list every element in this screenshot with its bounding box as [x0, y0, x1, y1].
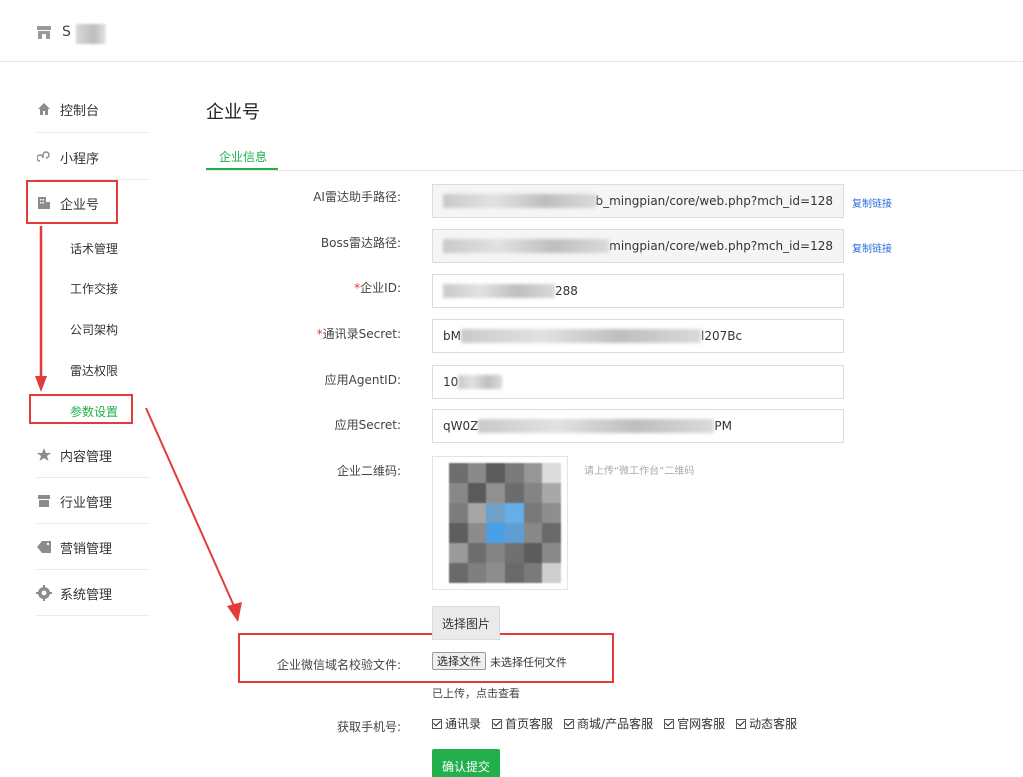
tab-divider — [206, 170, 1023, 171]
page-title: 企业号 — [206, 102, 260, 123]
checkbox-website-service[interactable]: 官网客服 — [664, 715, 725, 732]
agent-id-field[interactable]: 10 — [432, 365, 844, 399]
sub-item-handover[interactable]: 工作交接 — [70, 280, 118, 297]
sidebar-item-miniprogram[interactable]: 小程序 — [36, 134, 160, 180]
gear-icon — [36, 585, 52, 601]
tag-icon — [36, 539, 52, 555]
qr-code-blurred — [449, 463, 561, 583]
agent-id-label: 应用AgentID: — [324, 373, 401, 387]
sidebar-item-content[interactable]: 内容管理 — [36, 432, 160, 478]
qr-label: 企业二维码: — [336, 464, 401, 478]
sidebar-item-dashboard[interactable]: 控制台 — [36, 86, 160, 132]
copy-boss-radar-link[interactable]: 复制链接 — [852, 240, 892, 255]
sub-item-scripts[interactable]: 话术管理 — [70, 240, 118, 257]
checkbox-contacts[interactable]: 通讯录 — [432, 715, 481, 732]
sidebar-item-system[interactable]: 系统管理 — [36, 570, 160, 616]
phone-options: 通讯录 首页客服 商城/产品客服 官网客服 动态客服 — [432, 715, 797, 732]
top-bar: S — [0, 0, 1023, 62]
checkbox-feed-service[interactable]: 动态客服 — [736, 715, 797, 732]
checkbox-mall-service[interactable]: 商城/产品客服 — [564, 715, 653, 732]
qr-code-image — [432, 456, 568, 590]
file-status: 未选择任何文件 — [490, 656, 567, 669]
ai-radar-label: AI雷达助手路径: — [313, 190, 401, 204]
boss-radar-path-field[interactable]: mingpian/core/web.php?mch_id=128 — [432, 229, 844, 263]
corp-id-field[interactable]: 288 — [432, 274, 844, 308]
sidebar-item-marketing[interactable]: 营销管理 — [36, 524, 160, 570]
app-secret-field[interactable]: qW0Z PM — [432, 409, 844, 443]
ai-radar-path-field[interactable]: b_mingpian/core/web.php?mch_id=128 — [432, 184, 844, 218]
star-icon — [36, 447, 52, 463]
choose-file-button[interactable]: 选择文件 — [432, 652, 486, 670]
sub-item-org[interactable]: 公司架构 — [70, 321, 118, 338]
app-secret-label: 应用Secret: — [334, 418, 401, 432]
sidebar-item-industry[interactable]: 行业管理 — [36, 478, 160, 524]
brand-name: S — [62, 22, 108, 44]
home-icon — [36, 101, 52, 117]
checkbox-home-service[interactable]: 首页客服 — [492, 715, 553, 732]
store-icon — [36, 493, 52, 509]
sub-item-radar-permission[interactable]: 雷达权限 — [70, 362, 118, 379]
boss-radar-label: Boss雷达路径: — [320, 236, 401, 250]
phone-label: 获取手机号: — [336, 720, 401, 734]
miniprogram-icon — [36, 149, 52, 165]
store-logo-icon — [37, 26, 51, 39]
qr-hint: 请上传“微工作台”二维码 — [584, 466, 695, 477]
copy-ai-radar-link[interactable]: 复制链接 — [852, 195, 892, 210]
domain-file-label: 企业微信域名校验文件: — [276, 658, 401, 672]
uploaded-view-link[interactable]: 已上传，点击查看 — [432, 685, 520, 701]
contact-secret-field[interactable]: bM l207Bc — [432, 319, 844, 353]
corp-id-label: *企业ID: — [354, 281, 401, 295]
contact-secret-label: *通讯录Secret: — [316, 327, 401, 341]
highlight-parameter-settings — [29, 394, 133, 424]
submit-button[interactable]: 确认提交 — [432, 749, 500, 777]
highlight-enterprise — [26, 180, 118, 224]
tab-enterprise-info[interactable]: 企业信息 — [206, 140, 278, 170]
select-image-button[interactable]: 选择图片 — [432, 606, 500, 640]
